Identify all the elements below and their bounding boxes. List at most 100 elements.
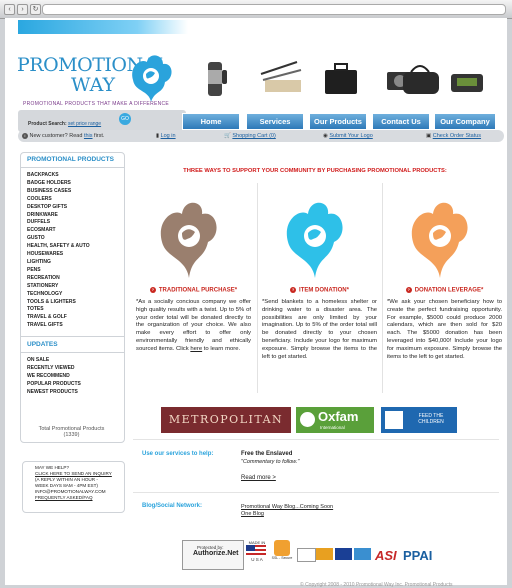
order-status-icon: ▣ [426,133,432,139]
sidebar-category-item[interactable]: PENS [27,267,124,275]
oxfam-name: Oxfam [318,409,359,424]
column-traditional: ? TRADITIONAL PURCHASE* *As a socially co… [136,179,251,394]
learn-more-link[interactable]: here [190,346,202,352]
us-flag-icon [246,545,266,557]
column-donation-leverage: ? DONATION LEVERAGE* *We ask your chosen … [387,179,502,394]
check-order-link[interactable]: Check Order Status [433,133,481,139]
ssl-badge: SSL - Secure [270,540,294,568]
header-gradient-bar [18,20,188,34]
sidebar-category-item[interactable]: DUFFELS [27,219,124,227]
new-customer-suffix: first. [94,133,105,139]
donation-leverage-body: *We ask your chosen beneficiary how to c… [387,299,502,360]
sidebar-update-item[interactable]: ON SALE [27,357,124,365]
sidebar-update-item[interactable]: POPULAR PRODUCTS [27,381,124,389]
sidebar-category-item[interactable]: RECREATION [27,275,124,283]
briefcase-image [325,63,357,94]
travel-mug-image [208,62,227,96]
logo-flower-icon [132,55,172,102]
feed-the-children-logo[interactable]: FEED THE CHILDREN [381,407,457,433]
discover-card-icon [297,548,316,562]
product-showcase [197,56,497,106]
payment-cards [297,548,372,562]
shopping-cart-link[interactable]: Shopping Cart (0) [232,133,275,139]
pen-set-image [260,61,302,92]
authorize-line2: Authorize.Net [193,550,239,557]
product-search: Product Search: set price range GO [18,110,186,132]
sidebar-category-item[interactable]: BACKPACKS [27,172,124,180]
traditional-body: *As a socially concious company we offer… [136,299,251,352]
ssl-text: SSL - Secure [271,556,293,560]
feed-children-text: FEED THE CHILDREN [418,413,444,425]
sidebar-category-item[interactable]: LIGHTING [27,259,124,267]
site-tagline: PROMOTIONAL PRODUCTS THAT MAKE A DIFFERE… [23,101,170,107]
sidebar-category-item[interactable]: HOUSEWARES [27,251,124,259]
sidebar-products-heading: PROMOTIONAL PRODUCTS [27,156,114,163]
item-donation-title: ITEM DONATION* [299,287,349,294]
amex-card-icon [354,548,371,560]
read-more-link[interactable]: Read more > [241,475,276,481]
donation-leverage-title: DONATION LEVERAGE* [414,287,484,294]
sidebar-category-item[interactable]: BUSINESS CASES [27,188,124,196]
services-label: Use our services to help: [142,451,214,457]
sidebar-update-item[interactable]: RECENTLY VIEWED [27,365,124,373]
metropolitan-logo[interactable]: METROPOLITAN [161,407,291,433]
info-bar: i New customer? Read this first. ▮ Log i… [18,130,504,142]
login-link[interactable]: Log in [161,133,176,139]
info-icon: ? [290,287,297,293]
category-list: BACKPACKS BADGE HOLDERS BUSINESS CASES COOL… [21,172,124,330]
nav-contact-us[interactable]: Contact Us [372,113,430,130]
nav-our-products[interactable]: Our Products [309,113,367,130]
oxfam-sub: International [320,425,345,430]
lock-icon [274,540,290,556]
sidebar-category-item[interactable]: HEALTH, SAFETY & AUTO [27,243,124,251]
sidebar-category-item[interactable]: TECHNOLOGY [27,291,124,299]
sidebar-update-item[interactable]: WE RECOMMEND [27,373,124,381]
oxfam-circle-icon [300,412,315,427]
mastercard-icon [316,548,333,560]
sidebar-category-item[interactable]: TOOLS & LIGHTERS [27,299,124,307]
main-nav: Home Services Our Products Contact Us Ou… [182,113,502,130]
one-blog-link[interactable]: One Blog [241,511,264,517]
eye-icon: ◉ [323,133,328,139]
sidebar-category-item[interactable]: TOTES [27,306,124,314]
submit-logo-link[interactable]: Submit Your Logo [329,133,372,139]
sidebar-category-item[interactable]: TRAVEL GIFTS [27,322,124,330]
reload-icon[interactable]: ↻ [30,4,41,15]
usa-text: U S A [251,557,263,562]
sidebar-category-item[interactable]: ECOSMART [27,227,124,235]
sidebar-updates-heading: UPDATES [27,341,58,349]
sidebar-category-item[interactable]: STATIONERY [27,283,124,291]
new-customer-link[interactable]: this [84,133,93,139]
sidebar-update-item[interactable]: NEWEST PRODUCTS [27,389,124,397]
search-go-button[interactable]: GO [119,113,131,125]
nav-home[interactable]: Home [182,113,240,130]
sidebar-category-item[interactable]: TRAVEL & GOLF [27,314,124,322]
cart-icon: 🛒 [224,133,231,139]
faq-link[interactable]: FREQUENTLY ASKED/FAQ [35,495,124,501]
duffel-bag-image [403,65,439,94]
nav-services[interactable]: Services [246,113,304,130]
sidebar-category-item[interactable]: COOLERS [27,196,124,204]
price-range-link[interactable]: set price range [68,121,101,127]
sidebar-category-item[interactable]: DESKTOP GIFTS [27,204,124,212]
oxfam-logo[interactable]: Oxfam International [296,407,374,433]
copyright: © Copyright 2008 - 2010 Promotional Way … [300,582,453,588]
services-quote: "Commentary to follow." [241,459,300,465]
sidebar-category-item[interactable]: GUSTO [27,235,124,243]
forward-icon[interactable]: › [17,4,28,15]
search-label: Product Search: [28,121,67,127]
info-icon: i [22,133,28,139]
cooler-bag-image [451,74,483,92]
info-icon: ? [149,287,156,293]
blog-label: Blog/Social Network: [142,503,203,509]
nav-our-company[interactable]: Our Company [434,113,496,130]
item-donation-body: *Send blankets to a homeless shelter or … [262,299,377,360]
sidebar-category-item[interactable]: BADGE HOLDERS [27,180,124,188]
brown-flower-icon [160,202,217,278]
asi-logo: ASI [375,548,397,563]
blog-link[interactable]: Promotional Way Blog...Coming Soon [241,504,333,510]
address-bar[interactable] [42,4,506,15]
authorize-net-badge[interactable]: Protected by: Authorize.Net [182,540,244,570]
sidebar-category-item[interactable]: DRINKWARE [27,212,124,220]
back-icon[interactable]: ‹ [4,4,15,15]
